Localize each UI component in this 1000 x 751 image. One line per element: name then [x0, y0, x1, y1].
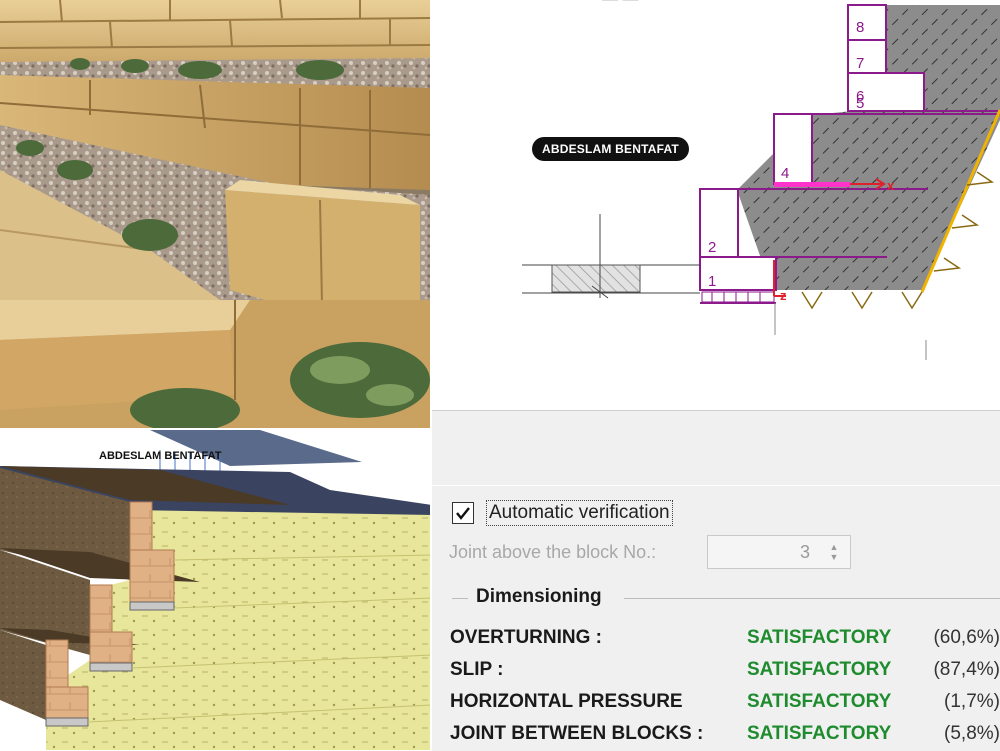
automatic-verification-row[interactable]: Automatic verification	[452, 499, 673, 527]
wall-3d-model: ABDESLAM BENTAFAT	[0, 430, 432, 750]
group-line-right	[624, 598, 1000, 599]
block-number-4: 4	[781, 165, 789, 182]
block-number-2: 2	[708, 239, 716, 256]
stepper-arrows[interactable]: ▲ ▼	[824, 542, 844, 562]
joint-block-stepper[interactable]: 3 ▲ ▼	[707, 535, 851, 569]
svg-text:— —: — —	[602, 0, 638, 8]
chevron-down-icon[interactable]: ▼	[830, 552, 839, 562]
result-status: SATISFACTORY	[747, 691, 892, 712]
result-name: SLIP :	[450, 659, 504, 680]
block-number-1: 1	[708, 273, 716, 290]
result-name: HORIZONTAL PRESSURE	[450, 691, 683, 712]
wall-section-diagram: — —	[432, 0, 1000, 410]
result-percent: (5,8%)	[944, 723, 1000, 744]
model-author-label: ABDESLAM BENTAFAT	[99, 450, 222, 462]
result-percent: (60,6%)	[933, 627, 1000, 648]
block-4	[773, 113, 813, 185]
result-status: SATISFACTORY	[747, 659, 892, 680]
chevron-up-icon[interactable]: ▲	[830, 542, 839, 552]
axis-z-label: z	[780, 288, 787, 303]
wall-3d-render	[0, 430, 432, 750]
retaining-wall-photo-illustration	[0, 0, 430, 428]
result-row-slip: SLIP : SATISFACTORY (87,4%)	[450, 659, 1000, 689]
block-number-7: 7	[856, 55, 864, 72]
result-status: SATISFACTORY	[747, 627, 892, 648]
block-number-6: 6	[856, 88, 864, 105]
axis-x-label: x	[887, 178, 895, 193]
joint-block-label: Joint above the block No.:	[449, 541, 657, 562]
automatic-verification-checkbox[interactable]	[452, 502, 474, 524]
dimensioning-title: Dimensioning	[476, 586, 602, 607]
result-row-overturning: OVERTURNING : SATISFACTORY (60,6%)	[450, 627, 1000, 657]
checkmark-icon	[456, 507, 470, 520]
panel-separator	[432, 485, 1000, 486]
joint-block-row: Joint above the block No.: 3 ▲ ▼	[449, 535, 851, 569]
verification-panel: Automatic verification Joint above the b…	[432, 410, 1000, 751]
block-number-8: 8	[856, 19, 864, 36]
group-line-left	[452, 598, 468, 599]
result-percent: (87,4%)	[933, 659, 1000, 680]
retaining-wall-photo	[0, 0, 430, 428]
block-2	[699, 188, 739, 258]
result-status: SATISFACTORY	[747, 723, 892, 744]
wall-section-drawing: — —	[522, 0, 1000, 360]
result-percent: (1,7%)	[944, 691, 1000, 712]
result-name: JOINT BETWEEN BLOCKS :	[450, 723, 704, 744]
joint-block-value: 3	[799, 541, 810, 562]
automatic-verification-label[interactable]: Automatic verification	[486, 500, 673, 526]
result-name: OVERTURNING :	[450, 627, 602, 648]
author-watermark: ABDESLAM BENTAFAT	[532, 137, 689, 161]
result-row-joint-between-blocks: JOINT BETWEEN BLOCKS : SATISFACTORY (5,8…	[450, 723, 1000, 751]
block-7	[847, 39, 887, 74]
block-8	[847, 4, 887, 41]
result-row-horizontal-pressure: HORIZONTAL PRESSURE SATISFACTORY (1,7%)	[450, 691, 1000, 721]
